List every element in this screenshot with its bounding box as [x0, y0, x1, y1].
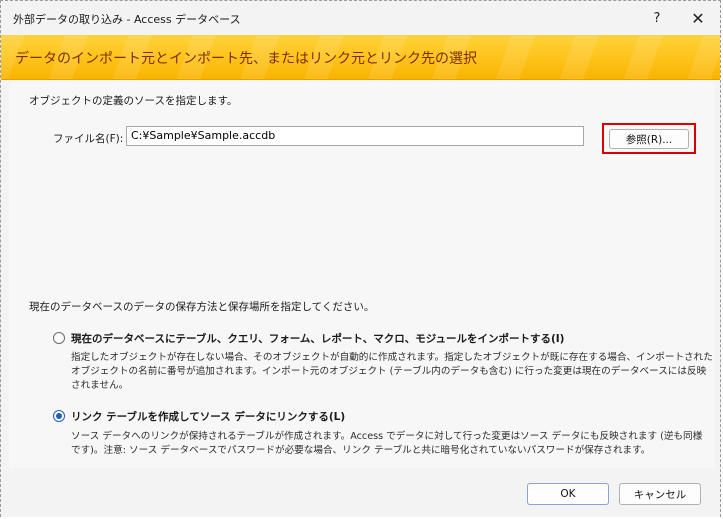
import-option-desc-line-3: されません。 [71, 380, 129, 391]
help-icon: ? [653, 10, 661, 26]
browse-button[interactable]: 参照(R)... [609, 129, 689, 149]
link-option-label: リンク テーブルを作成してソース データにリンクする(L) [71, 411, 346, 423]
ok-button[interactable]: OK [527, 483, 609, 505]
dialog-footer: OK キャンセル [1, 473, 720, 517]
source-instruction: オブジェクトの定義のソースを指定します。 [29, 95, 238, 107]
header-banner: データのインポート元とインポート先、またはリンク元とリンク先の選択 [1, 35, 720, 80]
cancel-button[interactable]: キャンセル [619, 483, 701, 505]
storage-instruction: 現在のデータベースのデータの保存方法と保存場所を指定してください。 [29, 301, 375, 313]
file-name-label: ファイル名(F): [53, 133, 124, 145]
link-radio[interactable] [53, 410, 65, 422]
window-title: 外部データの取り込み - Access データベース [13, 13, 241, 26]
import-option-label: 現在のデータベースにテーブル、クエリ、フォーム、レポート、マクロ、モジュールをイ… [71, 333, 565, 345]
file-name-input[interactable]: C:¥Sample¥Sample.accdb [126, 126, 584, 146]
import-option-desc-line-1: 指定したオブジェクトが存在しない場合、そのオブジェクトが自動的に作成されます。指… [71, 352, 713, 363]
close-button[interactable]: ✕ [684, 7, 712, 29]
close-icon: ✕ [691, 8, 705, 28]
link-option-desc-line-1: ソース データへのリンクが保持されるテーブルが作成されます。Access でデー… [71, 431, 703, 442]
import-dialog: 外部データの取り込み - Access データベース ? ✕ データのインポート… [0, 0, 721, 517]
title-bar: 外部データの取り込み - Access データベース ? ✕ [1, 1, 720, 35]
dialog-content: オブジェクトの定義のソースを指定します。 ファイル名(F): C:¥Sample… [9, 83, 714, 468]
banner-title: データのインポート元とインポート先、またはリンク元とリンク先の選択 [15, 51, 477, 67]
import-radio[interactable] [53, 332, 65, 344]
link-option-desc-line-2: です)。注意: ソース データベースでパスワードが必要な場合、リンク テーブルと… [71, 445, 651, 456]
import-option-desc-line-2: オブジェクトの名前に番号が追加されます。インポート元のオブジェクト (テーブル内… [71, 366, 707, 377]
help-button[interactable]: ? [643, 7, 671, 29]
